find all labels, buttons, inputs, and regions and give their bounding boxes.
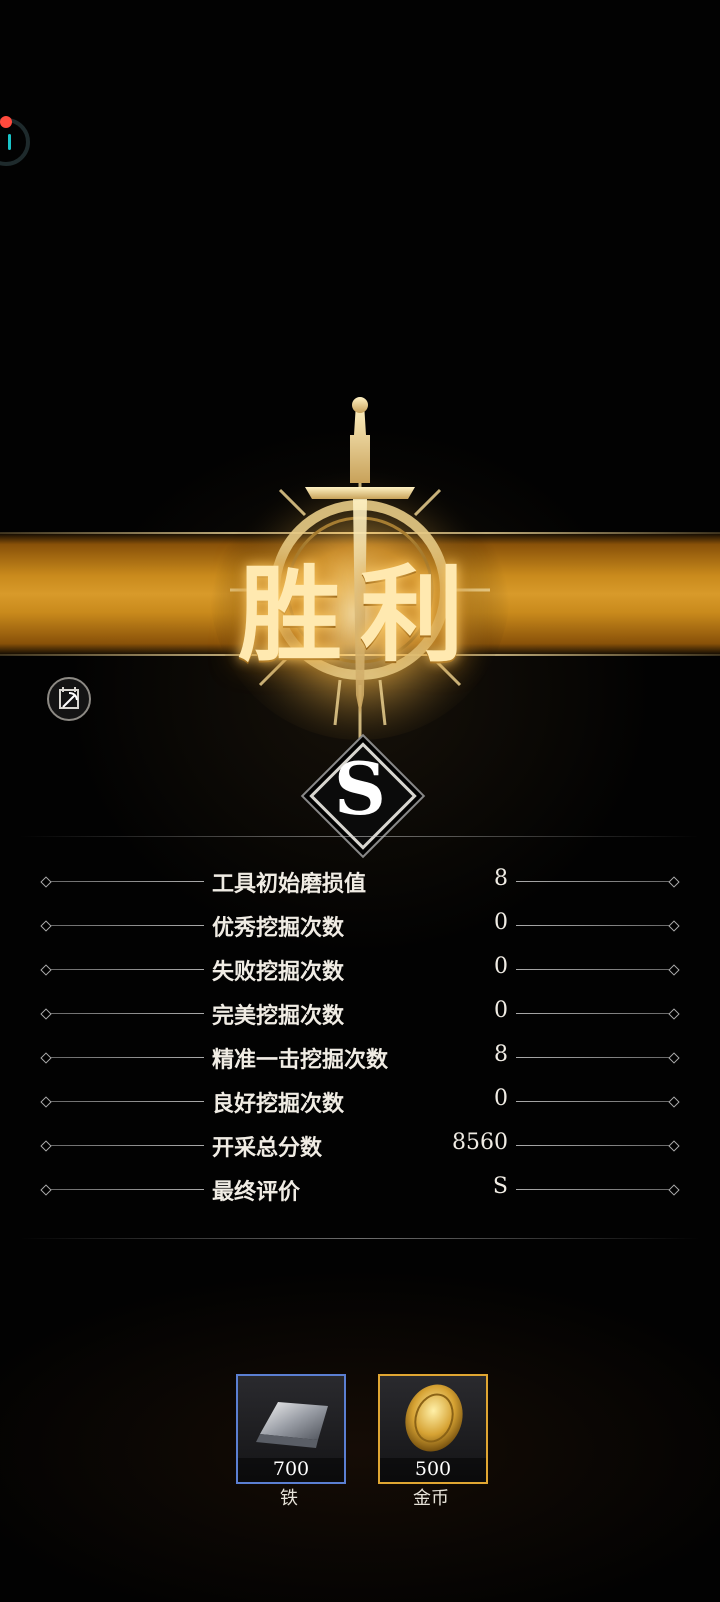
stat-value: S [492,1174,508,1199]
divider-bottom [20,1238,700,1239]
stat-row: 最终评价 S [0,1170,720,1210]
stat-value: 8560 [452,1130,508,1155]
stat-line-left [44,925,204,926]
pickaxe-glyph [59,687,79,709]
stat-line-right [516,925,676,926]
stat-line-right [516,1101,676,1102]
reward-gold-coin[interactable]: 500 [378,1374,488,1484]
stat-value: 0 [494,1086,508,1111]
pickaxe-calendar-icon[interactable] [47,677,91,721]
stat-line-right [516,1057,676,1058]
gold-coin-icon [405,1384,463,1452]
stat-row: 失败挖掘次数 0 [0,950,720,990]
reward-iron[interactable]: 700 [236,1374,346,1484]
stat-line-left [44,1101,204,1102]
stat-line-left [44,881,204,882]
stat-line-right [516,1189,676,1190]
stat-row: 良好挖掘次数 0 [0,1082,720,1122]
stat-line-left [44,1013,204,1014]
stat-value: 0 [494,954,508,979]
reward-name: 金币 [413,1488,449,1509]
stat-value: 0 [494,998,508,1023]
grade-badge: S [305,738,417,850]
notification-dot [0,116,12,128]
stat-value: 0 [494,910,508,935]
stat-row: 完美挖掘次数 0 [0,994,720,1034]
reward-name: 铁 [280,1488,298,1509]
stat-line-left [44,1145,204,1146]
stat-line-left [44,1057,204,1058]
iron-ingot-icon [256,1402,328,1448]
reward-count: 700 [238,1458,344,1482]
stat-label: 最终评价 [212,1179,301,1205]
stat-line-right [516,969,676,970]
grade-letter: S [334,746,386,831]
stat-line-left [44,1189,204,1190]
stat-label: 完美挖掘次数 [212,1003,345,1029]
stat-line-right [516,1145,676,1146]
stat-value: 8 [494,1042,508,1067]
stat-row: 精准一击挖掘次数 8 [0,1038,720,1078]
stat-row: 工具初始磨损值 8 [0,862,720,902]
stat-label: 开采总分数 [212,1135,323,1161]
stat-label: 精准一击挖掘次数 [212,1047,389,1073]
victory-title: 胜利 [237,553,482,676]
stat-line-right [516,881,676,882]
stat-row: 优秀挖掘次数 0 [0,906,720,946]
stat-label: 工具初始磨损值 [212,871,367,897]
divider-top [20,836,700,837]
status-ring-arc [8,134,11,150]
stat-label: 良好挖掘次数 [212,1091,345,1117]
stat-label: 优秀挖掘次数 [212,915,345,941]
stat-line-right [516,1013,676,1014]
stat-line-left [44,969,204,970]
stat-label: 失败挖掘次数 [212,959,345,985]
stat-value: 8 [494,866,508,891]
stat-row: 开采总分数 8560 [0,1126,720,1166]
reward-count: 500 [380,1458,486,1482]
